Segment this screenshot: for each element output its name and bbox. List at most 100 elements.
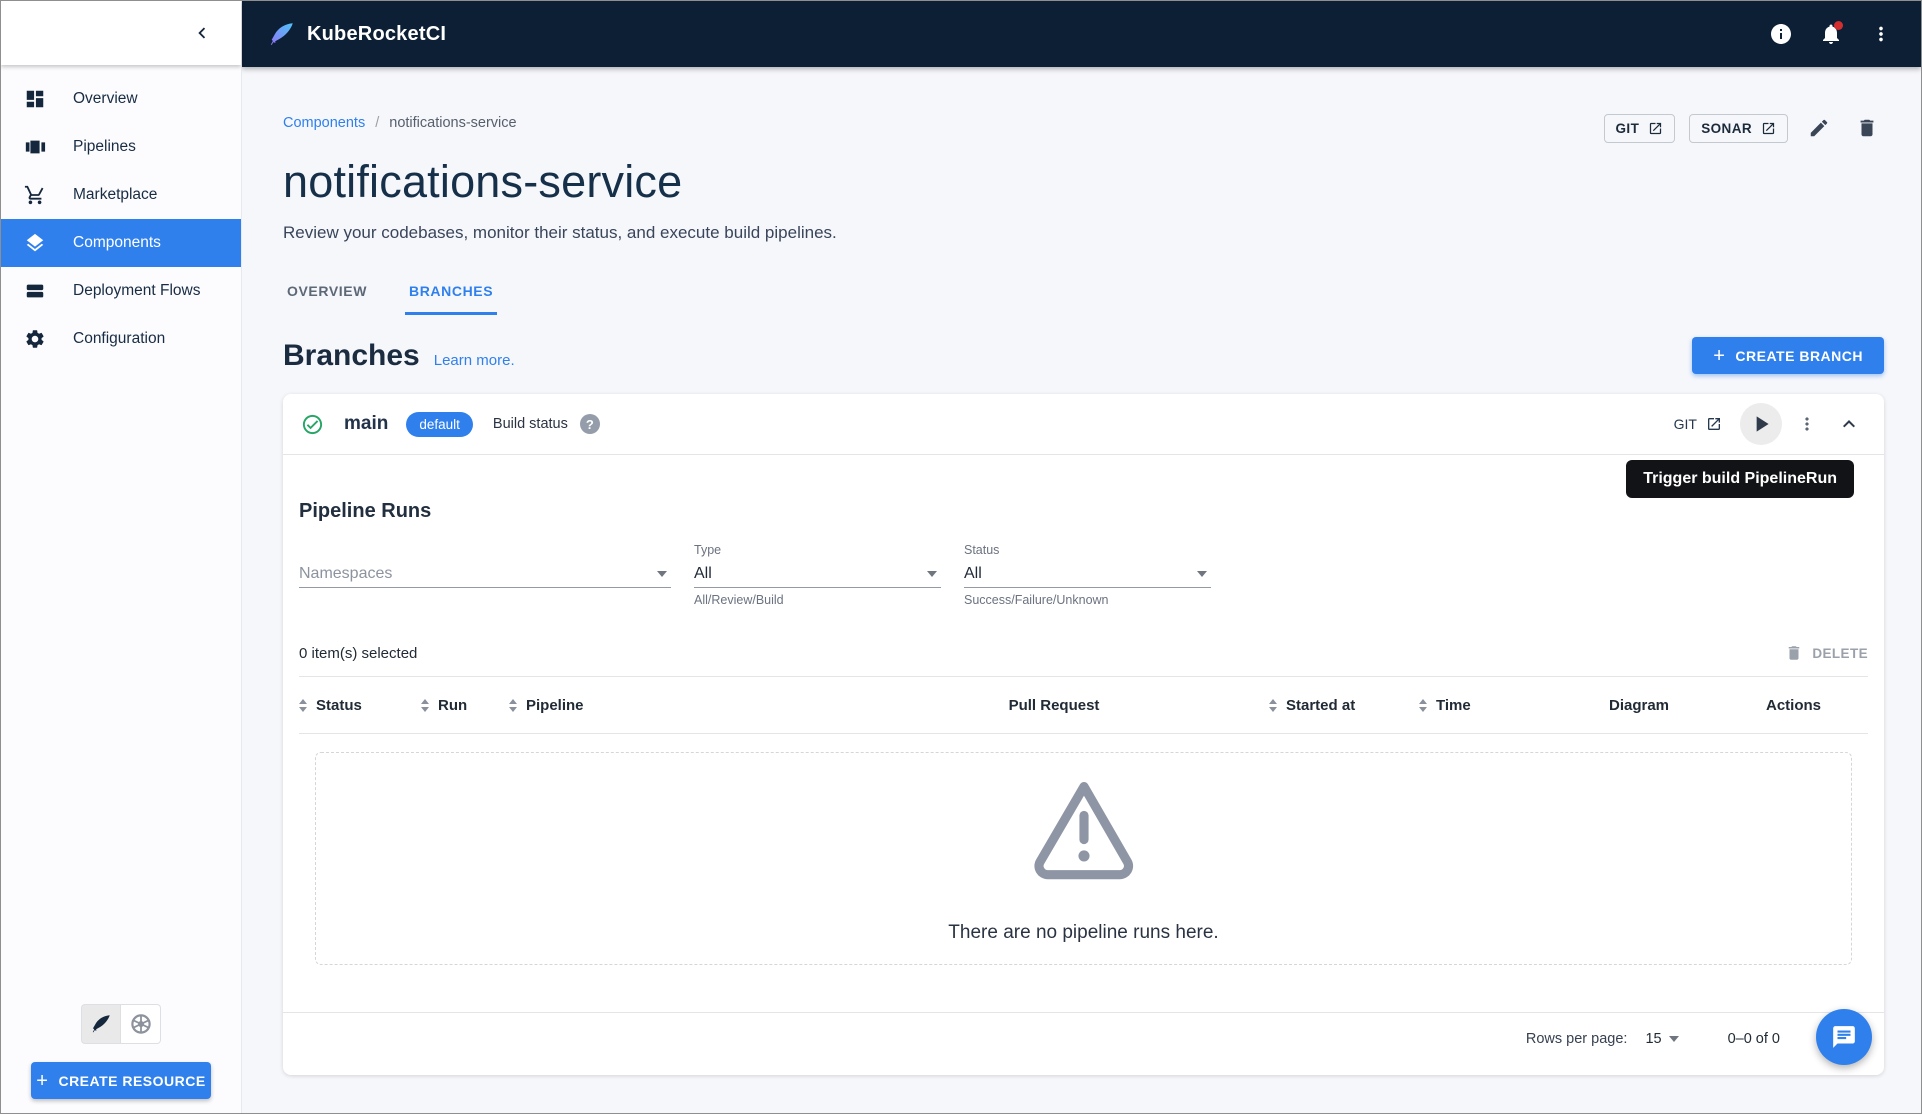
create-resource-label: CREATE RESOURCE [58,1072,206,1089]
selection-row: 0 item(s) selected DELETE [299,644,1868,662]
dropdown-arrow-icon [1668,1036,1679,1042]
selected-count-text: 0 item(s) selected [299,644,418,662]
pipeline-runs-table-header: Status Run Pipeline Pull Request Started… [299,676,1868,734]
view-toggle-group [1,1004,241,1044]
sidebar-collapse-button[interactable] [185,16,219,50]
topbar: KubeRocketCI [242,1,1921,67]
quill-icon [92,1015,110,1033]
info-icon [1771,24,1791,44]
app-title: KubeRocketCI [307,22,447,45]
default-branch-chip: default [406,411,473,437]
column-header-run: Run [421,697,509,714]
empty-state: There are no pipeline runs here. [315,752,1852,965]
kubernetes-wheel-icon [130,1014,151,1034]
branch-row-main: main default Build status ? GIT [283,394,1884,454]
empty-state-message: There are no pipeline runs here. [948,921,1219,943]
sidebar-item-overview[interactable]: Overview [1,75,241,123]
pipelines-icon [23,135,47,159]
cart-icon [23,183,47,207]
sort-icon[interactable] [1419,698,1427,712]
type-select-helper: All/Review/Build [694,593,784,607]
branch-menu-button[interactable] [1790,407,1824,441]
sidebar-item-deployment-flows[interactable]: Deployment Flows [1,267,241,315]
notifications-button[interactable] [1817,20,1845,48]
kubernetes-view-toggle[interactable] [121,1004,161,1044]
tab-overview[interactable]: OVERVIEW [283,271,371,315]
branch-git-link[interactable]: GIT [1674,416,1722,432]
tabs: OVERVIEW BRANCHES [283,271,1884,315]
column-header-started-at: Started at [1269,697,1419,714]
stacked-bars-icon [23,279,47,303]
git-button-label: GIT [1615,120,1640,136]
create-resource-button[interactable]: + CREATE RESOURCE [31,1062,211,1099]
create-branch-button[interactable]: + CREATE BRANCH [1692,337,1884,374]
status-select[interactable]: Status All Success/Failure/Unknown [964,543,1211,611]
trash-icon [1789,646,1800,660]
dropdown-arrow-icon [927,571,937,577]
column-header-pipeline: Pipeline [509,697,839,714]
branch-card: main default Build status ? GIT Trigger … [283,394,1884,1075]
pipeline-runs-section: Pipeline Runs Namespaces Type All All/Re… [283,455,1884,1012]
edit-component-button[interactable] [1802,111,1836,145]
learn-more-link[interactable]: Learn more. [434,352,515,369]
kebab-icon [1805,417,1809,431]
sidebar-item-label: Pipelines [73,138,136,155]
git-button[interactable]: GIT [1603,113,1676,143]
branch-name: main [344,413,389,434]
rows-per-page-label: Rows per page: [1525,1031,1628,1047]
type-select-value: All [694,565,712,582]
sidebar-item-label: Configuration [73,330,166,347]
help-icon[interactable]: ? [579,414,600,434]
column-header-actions: Actions [1765,696,1821,714]
chevron-left-icon [198,27,206,39]
tab-branches[interactable]: BRANCHES [405,271,498,315]
kebab-icon [1879,26,1883,42]
column-header-status: Status [299,697,421,714]
namespaces-select[interactable]: Namespaces [299,543,671,611]
type-select[interactable]: Type All All/Review/Build [694,543,941,611]
column-header-pull-request: Pull Request [1008,696,1100,714]
rows-per-page-select[interactable]: 15 [1645,1031,1682,1047]
dropdown-arrow-icon [657,571,667,577]
dropdown-arrow-icon [1197,571,1207,577]
type-select-label: Type [694,543,722,557]
external-link-icon [1708,418,1720,430]
delete-label: DELETE [1812,645,1868,661]
play-icon [1756,416,1769,432]
sonar-button[interactable]: SONAR [1689,113,1788,143]
info-button[interactable] [1767,20,1795,48]
sidebar-item-label: Components [73,234,161,251]
chevron-up-icon [1843,420,1855,428]
card-footer: Rows per page: 15 0–0 of 0 [283,1012,1884,1075]
sidebar-item-pipelines[interactable]: Pipelines [1,123,241,171]
trigger-build-button[interactable] [1740,403,1782,445]
chat-fab-button[interactable] [1816,1009,1872,1065]
more-menu-button[interactable] [1867,20,1895,48]
status-select-helper: Success/Failure/Unknown [964,593,1109,607]
sort-icon[interactable] [509,698,517,712]
pipeline-runs-heading: Pipeline Runs [299,500,432,522]
page-description: Review your codebases, monitor their sta… [283,223,837,242]
sidebar-item-components[interactable]: Components [1,219,241,267]
sidebar-nav: Overview Pipelines Marketplace Component… [1,65,241,363]
breadcrumb-current: notifications-service [389,115,517,131]
sidebar-item-marketplace[interactable]: Marketplace [1,171,241,219]
main-content: Components / notifications-service GIT S… [242,67,1921,1113]
sort-icon[interactable] [1269,698,1277,712]
pagination-range: 0–0 of 0 [1727,1031,1780,1047]
collapse-branch-button[interactable] [1832,407,1866,441]
delete-selected-button[interactable]: DELETE [1785,644,1868,662]
column-header-time: Time [1419,697,1559,714]
delete-component-button[interactable] [1850,111,1884,145]
app-logo: KubeRocketCI [268,21,446,48]
sort-icon[interactable] [421,698,429,712]
build-status-label: Build status [492,416,568,432]
branches-heading: Branches [283,338,420,372]
external-link-icon [1762,122,1775,134]
kuberocketci-view-toggle[interactable] [81,1004,121,1044]
plus-icon: + [1713,344,1726,367]
sort-icon[interactable] [299,698,307,712]
chat-icon [1833,1026,1855,1048]
sidebar-item-configuration[interactable]: Configuration [1,315,241,363]
breadcrumb-components-link[interactable]: Components [283,115,365,131]
